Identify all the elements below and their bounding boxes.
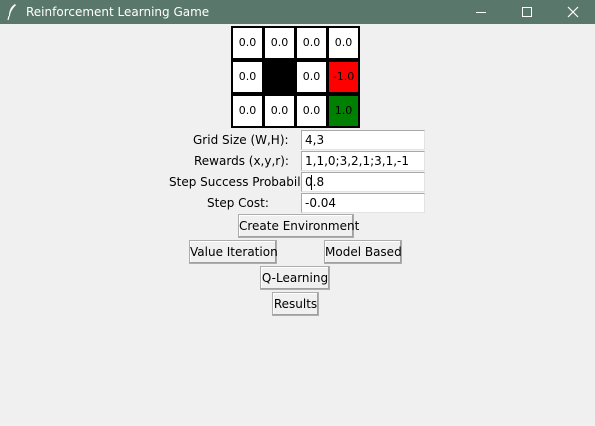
results-button[interactable]: Results bbox=[272, 292, 319, 316]
text-caret bbox=[311, 175, 312, 190]
step-probability-input[interactable] bbox=[301, 172, 425, 192]
grid-cell-wall bbox=[263, 60, 296, 94]
rewards-input[interactable] bbox=[301, 151, 425, 171]
step-cost-input[interactable] bbox=[301, 193, 425, 213]
grid-cell: 0.0 bbox=[295, 26, 328, 60]
value-iteration-button[interactable]: Value Iteration bbox=[189, 240, 278, 264]
grid-cell: 0.0 bbox=[263, 26, 296, 60]
close-icon bbox=[567, 6, 579, 18]
grid-cell: 0.0 bbox=[327, 26, 360, 60]
maximize-button[interactable] bbox=[504, 0, 550, 24]
grid-cell: 0.0 bbox=[263, 94, 296, 128]
grid-cell-goal: 1.0 bbox=[327, 94, 360, 128]
grid-cell: 0.0 bbox=[231, 26, 264, 60]
grid-cell-penalty: -1.0 bbox=[327, 60, 360, 94]
grid-cell: 0.0 bbox=[231, 94, 264, 128]
model-based-button[interactable]: Model Based bbox=[324, 240, 402, 264]
step-probability-label: Step Success Probability: bbox=[169, 175, 319, 189]
grid-cell: 0.0 bbox=[295, 94, 328, 128]
rewards-label: Rewards (x,y,r): bbox=[194, 154, 289, 168]
grid-size-input[interactable] bbox=[301, 130, 425, 150]
title-bar: Reinforcement Learning Game bbox=[0, 0, 595, 24]
grid-cell: 0.0 bbox=[231, 60, 264, 94]
maximize-icon bbox=[522, 7, 532, 17]
create-environment-button[interactable]: Create Environment bbox=[238, 214, 359, 238]
feather-icon bbox=[6, 3, 18, 21]
window-title: Reinforcement Learning Game bbox=[26, 5, 210, 19]
step-cost-label: Step Cost: bbox=[207, 196, 269, 210]
grid-size-label: Grid Size (W,H): bbox=[193, 133, 289, 147]
grid-cell: 0.0 bbox=[295, 60, 328, 94]
minimize-icon bbox=[476, 12, 486, 13]
close-button[interactable] bbox=[550, 0, 595, 24]
minimize-button[interactable] bbox=[458, 0, 504, 24]
q-learning-button[interactable]: Q-Learning bbox=[260, 266, 330, 290]
